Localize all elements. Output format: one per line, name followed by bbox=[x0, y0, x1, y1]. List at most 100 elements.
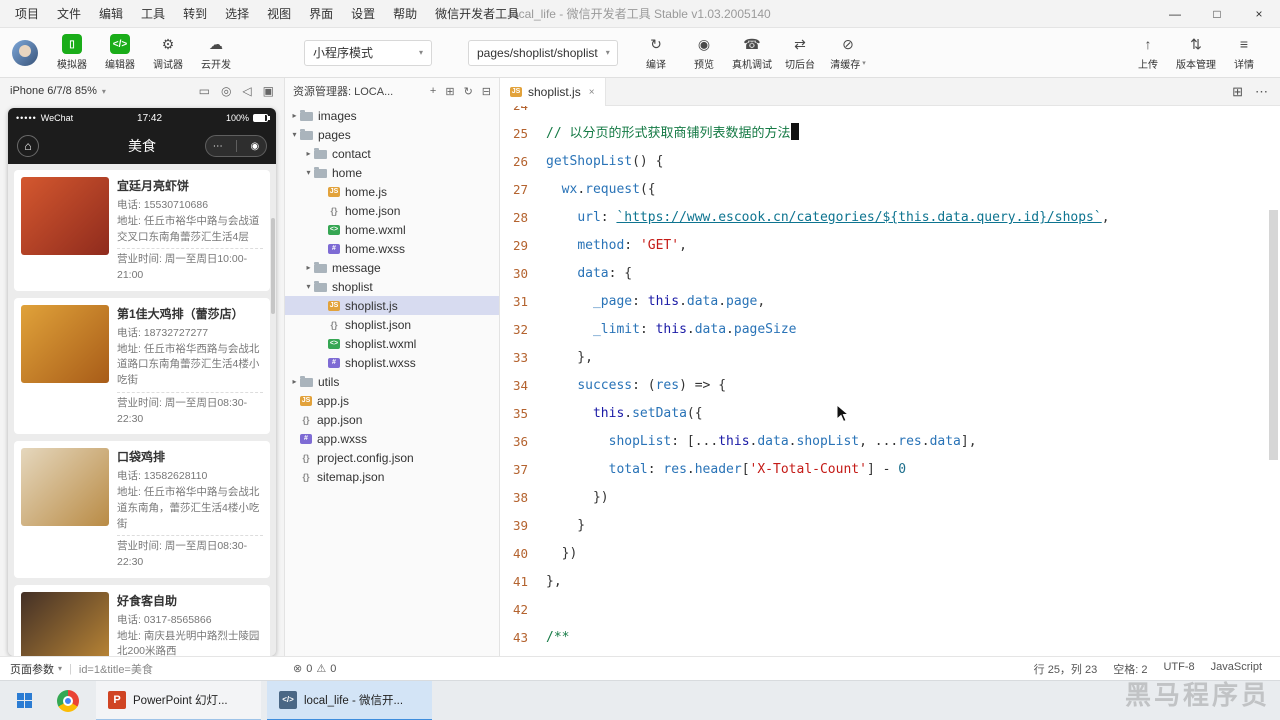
code-area[interactable]: 24 25 // 以分页的形式获取商铺列表数据的方法 26 getShopList()… bbox=[500, 106, 1280, 656]
start-button[interactable] bbox=[2, 681, 46, 720]
more-icon[interactable]: ⋯ bbox=[213, 141, 223, 152]
tree-item-contact[interactable]: ▸ contact bbox=[285, 144, 499, 163]
tree-item-home[interactable]: ▾ home bbox=[285, 163, 499, 182]
collapse-icon[interactable]: ⊟ bbox=[482, 85, 491, 98]
tree-item-home.wxss[interactable]: # home.wxss bbox=[285, 239, 499, 258]
tree-item-home.wxml[interactable]: <> home.wxml bbox=[285, 220, 499, 239]
editor-scrollbar[interactable] bbox=[1269, 210, 1278, 460]
shop-card[interactable]: 宜廷月亮虾饼 电话: 15530710686 地址: 任丘市裕华中路与会战道交叉口东… bbox=[14, 170, 270, 291]
shop-card[interactable]: 口袋鸡排 电话: 13582628110 地址: 任丘市裕华中路与会战北道东南角，蕾… bbox=[14, 441, 270, 578]
tree-item-shoplist.wxml[interactable]: <> shoplist.wxml bbox=[285, 334, 499, 353]
code-line[interactable]: 36 shopList: [...this.data.shopList, ...… bbox=[500, 428, 1280, 456]
code-line[interactable]: 34 success: (res) => { bbox=[500, 372, 1280, 400]
home-button[interactable]: ⌂ bbox=[17, 135, 39, 157]
more-actions-icon[interactable]: ⋯ bbox=[1255, 84, 1268, 100]
taskbar-item[interactable]: </> local_life - 微信开... bbox=[267, 680, 432, 720]
tree-item-app.wxss[interactable]: # app.wxss bbox=[285, 429, 499, 448]
split-editor-icon[interactable]: ⊞ bbox=[1232, 84, 1243, 100]
cursor-position[interactable]: 行 25，列 23 bbox=[1034, 661, 1098, 677]
record-icon[interactable]: ◎ bbox=[221, 84, 231, 98]
chrome-taskbar-button[interactable] bbox=[46, 681, 90, 720]
phone-frame-icon[interactable]: ▭ bbox=[199, 84, 210, 98]
code-line[interactable]: 41}, bbox=[500, 568, 1280, 596]
code-line[interactable]: 24 bbox=[500, 106, 1280, 120]
tree-item-app.js[interactable]: JS app.js bbox=[285, 391, 499, 410]
details-button[interactable]: ≡ 详情 bbox=[1220, 35, 1268, 71]
screenshot-icon[interactable]: ▣ bbox=[263, 84, 274, 98]
menu-item[interactable]: 视图 bbox=[258, 0, 300, 28]
code-line[interactable]: 44 * 生命周期函数--监听页面初次渲染完成 bbox=[500, 652, 1280, 656]
tree-item-shoplist.js[interactable]: JS shoplist.js bbox=[285, 296, 499, 315]
editor-button[interactable]: </> 编辑器 bbox=[96, 34, 144, 71]
tab-shoplist-js[interactable]: JS shoplist.js × bbox=[500, 78, 606, 106]
refresh-icon[interactable]: ↻ bbox=[464, 85, 473, 98]
encoding[interactable]: UTF-8 bbox=[1163, 661, 1194, 677]
code-line[interactable]: 26 getShopList() { bbox=[500, 148, 1280, 176]
code-line[interactable]: 35 this.setData({ bbox=[500, 400, 1280, 428]
shop-card[interactable]: 第1佳大鸡排（蕾莎店） 电话: 18732727277 地址: 任丘市裕华西路与会战… bbox=[14, 297, 270, 435]
window-close-button[interactable]: × bbox=[1238, 0, 1280, 28]
code-line[interactable]: 28 url: `https://www.escook.cn/categorie… bbox=[500, 204, 1280, 232]
code-line[interactable]: 32 _limit: this.data.pageSize bbox=[500, 316, 1280, 344]
indentation[interactable]: 空格: 2 bbox=[1113, 661, 1147, 677]
remote-debug-button[interactable]: ☎ 真机调试 bbox=[728, 35, 776, 71]
menu-item[interactable]: 微信开发者工具 bbox=[426, 0, 528, 28]
compile-button[interactable]: ↻ 编译 bbox=[632, 35, 680, 71]
window-minimize-button[interactable]: — bbox=[1154, 0, 1196, 28]
window-maximize-button[interactable]: □ bbox=[1196, 0, 1238, 28]
menu-item[interactable]: 编辑 bbox=[90, 0, 132, 28]
version-button[interactable]: ⇅ 版本管理 bbox=[1172, 35, 1220, 71]
code-line[interactable]: 25 // 以分页的形式获取商铺列表数据的方法 bbox=[500, 120, 1280, 148]
code-line[interactable]: 31 _page: this.data.page, bbox=[500, 288, 1280, 316]
code-line[interactable]: 42 bbox=[500, 596, 1280, 624]
tree-item-images[interactable]: ▸ images bbox=[285, 106, 499, 125]
menu-item[interactable]: 选择 bbox=[216, 0, 258, 28]
tree-item-utils[interactable]: ▸ utils bbox=[285, 372, 499, 391]
simulator-button[interactable]: ▯ 模拟器 bbox=[48, 34, 96, 71]
code-line[interactable]: 29 method: 'GET', bbox=[500, 232, 1280, 260]
debugger-button[interactable]: ⚙ 调试器 bbox=[144, 35, 192, 71]
exit-icon[interactable]: ◉ bbox=[251, 141, 260, 152]
capsule-menu[interactable]: ⋯ ◉ bbox=[205, 135, 267, 157]
tree-item-shoplist[interactable]: ▾ shoplist bbox=[285, 277, 499, 296]
upload-button[interactable]: ↑ 上传 bbox=[1124, 35, 1172, 71]
sound-icon[interactable]: ◁ bbox=[242, 84, 251, 98]
clear-cache-button[interactable]: ⊘ 清缓存 ▾ bbox=[824, 35, 872, 71]
language-mode[interactable]: JavaScript bbox=[1211, 661, 1262, 677]
tree-item-home.json[interactable]: {} home.json bbox=[285, 201, 499, 220]
tree-item-sitemap.json[interactable]: {} sitemap.json bbox=[285, 467, 499, 486]
problems-indicator[interactable]: ⊗ 0 ⚠ 0 bbox=[285, 662, 344, 676]
page-param-button[interactable]: 页面参数 ▾ bbox=[10, 661, 62, 677]
code-line[interactable]: 30 data: { bbox=[500, 260, 1280, 288]
tree-item-shoplist.wxss[interactable]: # shoplist.wxss bbox=[285, 353, 499, 372]
tree-item-message[interactable]: ▸ message bbox=[285, 258, 499, 277]
tree-item-project.config.json[interactable]: {} project.config.json bbox=[285, 448, 499, 467]
preview-button[interactable]: ◉ 预览 bbox=[680, 35, 728, 71]
code-line[interactable]: 33 }, bbox=[500, 344, 1280, 372]
new-file-icon[interactable]: + bbox=[430, 85, 436, 98]
mode-select[interactable]: 小程序模式 ▾ bbox=[304, 39, 432, 66]
tree-item-shoplist.json[interactable]: {} shoplist.json bbox=[285, 315, 499, 334]
menu-item[interactable]: 转到 bbox=[174, 0, 216, 28]
code-line[interactable]: 39 } bbox=[500, 512, 1280, 540]
menu-item[interactable]: 帮助 bbox=[384, 0, 426, 28]
menu-item[interactable]: 设置 bbox=[342, 0, 384, 28]
page-path-select[interactable]: pages/shoplist/shoplist ▾ bbox=[468, 39, 618, 66]
code-line[interactable]: 38 }) bbox=[500, 484, 1280, 512]
shop-card[interactable]: 好食客自助 电话: 0317-8565866 地址: 南庆县光明中路烈士陵园北200… bbox=[14, 584, 270, 656]
code-line[interactable]: 43 /** bbox=[500, 624, 1280, 652]
taskbar-item[interactable]: P PowerPoint 幻灯... bbox=[96, 680, 261, 720]
cloud-button[interactable]: ☁ 云开发 bbox=[192, 35, 240, 71]
background-button[interactable]: ⇄ 切后台 bbox=[776, 35, 824, 71]
menu-item[interactable]: 界面 bbox=[300, 0, 342, 28]
tree-item-pages[interactable]: ▾ pages bbox=[285, 125, 499, 144]
tree-item-app.json[interactable]: {} app.json bbox=[285, 410, 499, 429]
menu-item[interactable]: 工具 bbox=[132, 0, 174, 28]
code-line[interactable]: 37 total: res.header['X-Total-Count'] - … bbox=[500, 456, 1280, 484]
phone-scrollbar[interactable] bbox=[271, 218, 275, 314]
tree-item-home.js[interactable]: JS home.js bbox=[285, 182, 499, 201]
avatar[interactable] bbox=[12, 39, 38, 66]
code-line[interactable]: 40 }) bbox=[500, 540, 1280, 568]
device-select[interactable]: iPhone 6/7/8 85% ▾ bbox=[10, 85, 106, 97]
new-folder-icon[interactable]: ⊞ bbox=[445, 85, 454, 98]
